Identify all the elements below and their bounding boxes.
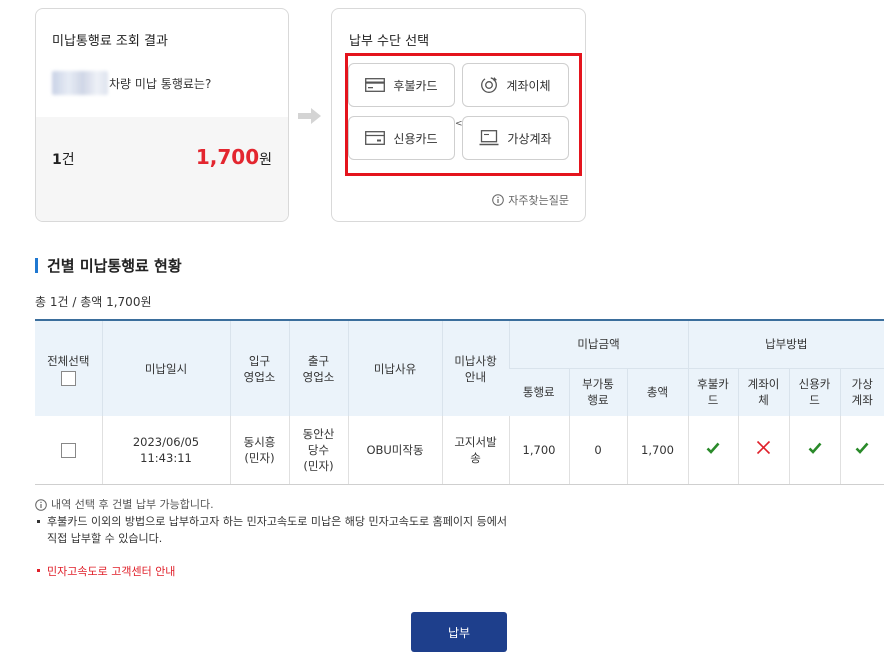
header-postpaid-card-label: 후불카 드 bbox=[697, 377, 729, 408]
result-count: 1건 bbox=[52, 149, 75, 169]
credit-card-icon bbox=[365, 131, 386, 145]
section-heading-text: 건별 미납통행료 현황 bbox=[47, 257, 182, 275]
cell-credit-card bbox=[788, 416, 840, 485]
header-postpaid-card: 후불카 드 bbox=[687, 367, 738, 416]
account-transfer-button[interactable]: 계좌이체 bbox=[462, 63, 569, 107]
header-credit-card-label: 신용카 드 bbox=[798, 377, 831, 408]
payment-method-title: 납부 수단 선택 bbox=[349, 34, 430, 49]
result-count-value: 1 bbox=[52, 152, 62, 168]
info-icon bbox=[492, 194, 505, 206]
unpaid-toll-table: 전체선택 미납일시 입구 영업소 출구 영업소 미납사유 미납사항 안내 미납금… bbox=[35, 319, 884, 485]
pay-button[interactable]: 납부 bbox=[411, 612, 507, 652]
result-card: 미납통행료 조회 결과 차량 미납 통행료는? 1건 1,700원 bbox=[35, 8, 289, 222]
result-title: 미납통행료 조회 결과 bbox=[52, 34, 168, 49]
header-credit-card: 신용카 드 bbox=[788, 367, 840, 416]
cell-account-transfer bbox=[737, 416, 789, 485]
result-subtitle: 차량 미납 통행료는? bbox=[52, 71, 211, 95]
notes-info-text: 내역 선택 후 건별 납부 가능합니다. bbox=[51, 498, 214, 511]
faq-link[interactable]: 자주찾는질문 bbox=[492, 192, 569, 208]
header-toll: 통행료 bbox=[509, 367, 569, 416]
masked-plate-number bbox=[52, 71, 108, 95]
credit-card-label: 신용카드 bbox=[393, 131, 438, 146]
cell-toll: 1,700 bbox=[508, 416, 569, 485]
select-all-label: 전체선택 bbox=[47, 354, 90, 368]
cell-virtual-account bbox=[839, 416, 884, 485]
notes-bullet: 후불카드 이외의 방법으로 납부하고자 하는 민자고속도로 미납은 해당 민자고… bbox=[35, 513, 507, 547]
notes-info: 내역 선택 후 건별 납부 가능합니다. bbox=[35, 496, 507, 513]
section-heading: 건별 미납통행료 현황 bbox=[35, 255, 182, 276]
header-account-transfer: 계좌이 체 bbox=[737, 367, 789, 416]
header-payment-method: 납부방법 bbox=[687, 319, 884, 368]
cell-reason: OBU미작동 bbox=[347, 416, 442, 485]
account-transfer-label: 계좌이체 bbox=[506, 78, 551, 93]
result-amount-value: 1,700 bbox=[195, 145, 260, 169]
result-summary-box: 1건 1,700원 bbox=[36, 117, 288, 221]
select-all-checkbox[interactable] bbox=[60, 371, 76, 386]
header-reason: 미납사유 bbox=[347, 319, 442, 416]
header-entry-office-label: 입구 영업소 bbox=[243, 353, 276, 384]
check-icon bbox=[808, 442, 821, 454]
payment-method-card: 납부 수단 선택 후불카드 계좌이체 < 신용카드 가상계좌 자주찾는질문 bbox=[331, 8, 586, 222]
row-select-cell bbox=[35, 416, 102, 485]
header-notice-label: 미납사항 안내 bbox=[454, 353, 497, 384]
cell-exit-office: 동안산 당수 (민자) bbox=[288, 416, 348, 485]
section-heading-bar bbox=[35, 258, 38, 273]
cell-postpaid-card bbox=[687, 416, 738, 485]
result-count-unit: 건 bbox=[61, 152, 75, 168]
notes: 내역 선택 후 건별 납부 가능합니다. 후불카드 이외의 방법으로 납부하고자… bbox=[35, 496, 507, 547]
faq-label: 자주찾는질문 bbox=[508, 194, 569, 207]
header-unpaid-amount: 미납금액 bbox=[508, 319, 688, 368]
check-icon bbox=[706, 442, 720, 454]
header-surcharge: 부가통 행료 bbox=[568, 367, 627, 416]
result-subtitle-text: 차량 미납 통행료는? bbox=[109, 76, 212, 91]
header-date: 미납일시 bbox=[101, 319, 230, 416]
info-icon bbox=[35, 498, 47, 511]
virtual-account-label: 가상계좌 bbox=[507, 131, 552, 146]
cell-notice-text: 고지서발 송 bbox=[454, 434, 497, 465]
virtual-account-icon bbox=[479, 130, 499, 146]
cell-notice: 고지서발 송 bbox=[441, 416, 509, 485]
virtual-account-button[interactable]: 가상계좌 bbox=[462, 116, 569, 160]
header-notice: 미납사항 안내 bbox=[441, 319, 509, 416]
postpaid-card-button[interactable]: 후불카드 bbox=[348, 63, 455, 107]
header-virtual-account: 가상 계좌 bbox=[839, 367, 884, 416]
cell-surcharge: 0 bbox=[568, 416, 627, 485]
header-surcharge-label: 부가통 행료 bbox=[582, 377, 614, 408]
check-icon bbox=[855, 442, 869, 454]
cell-entry-office-text: 동시흥 (민자) bbox=[243, 434, 276, 465]
total-summary: 총 1건 / 총액 1,700원 bbox=[35, 295, 152, 309]
header-entry-office: 입구 영업소 bbox=[229, 319, 289, 416]
postpaid-card-label: 후불카드 bbox=[393, 78, 438, 93]
cell-exit-office-text: 동안산 당수 (민자) bbox=[302, 426, 335, 473]
header-select-all: 전체선택 bbox=[35, 319, 102, 416]
arrow-right-icon bbox=[298, 108, 321, 124]
transfer-icon bbox=[481, 77, 498, 93]
header-exit-office: 출구 영업소 bbox=[288, 319, 348, 416]
credit-card-button[interactable]: 신용카드 bbox=[348, 116, 455, 160]
row-checkbox[interactable] bbox=[60, 442, 76, 458]
header-virtual-account-label: 가상 계좌 bbox=[851, 377, 873, 408]
cell-date: 2023/06/05 11:43:11 bbox=[101, 416, 230, 485]
header-total: 총액 bbox=[626, 367, 688, 416]
table-row: 2023/06/05 11:43:11 동시흥 (민자) 동안산 당수 (민자)… bbox=[35, 416, 884, 485]
customer-center-link[interactable]: 민자고속도로 고객센터 안내 bbox=[35, 563, 175, 579]
cross-icon bbox=[756, 441, 771, 455]
result-amount: 1,700원 bbox=[196, 145, 272, 169]
cell-total: 1,700 bbox=[626, 416, 688, 485]
header-exit-office-label: 출구 영업소 bbox=[302, 353, 335, 384]
result-amount-unit: 원 bbox=[259, 152, 272, 168]
header-account-transfer-label: 계좌이 체 bbox=[747, 377, 780, 408]
card-icon bbox=[365, 78, 386, 92]
cell-entry-office: 동시흥 (민자) bbox=[229, 416, 289, 485]
